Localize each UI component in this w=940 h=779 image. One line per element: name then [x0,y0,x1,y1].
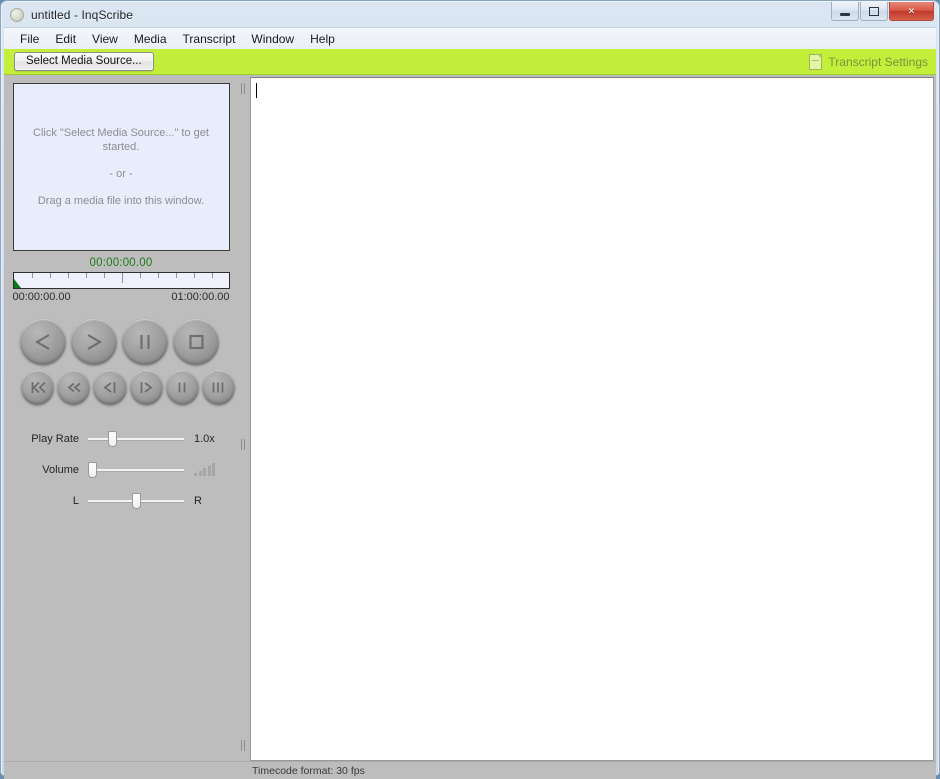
playhead-marker[interactable] [13,279,21,288]
title-bar: untitled - InqScribe × [4,2,936,27]
transport-row-secondary [21,370,238,405]
window-controls: × [830,2,934,21]
timeline-scrubber[interactable] [12,272,230,289]
play-rate-row: Play Rate 1.0x [10,423,238,454]
play-rate-value: 1.0x [194,432,215,445]
play-button[interactable] [71,319,117,365]
triangle-right-icon [83,332,105,352]
text-caret [256,83,257,98]
volume-bars-icon [194,463,228,476]
menu-item-window[interactable]: Window [243,30,302,48]
timeline-start-label: 00:00:00.00 [12,291,71,303]
menu-item-file[interactable]: File [12,30,47,48]
splitter-grip-bottom[interactable] [241,740,247,751]
play-rate-label: Play Rate [31,432,79,445]
maximize-button[interactable] [860,2,888,21]
transcript-settings-button[interactable]: Transcript Settings [809,53,928,70]
stop-square-icon [186,332,206,352]
rewind-button[interactable] [57,370,91,405]
step-back-icon [101,380,119,395]
splitter-grip-top[interactable] [241,83,247,94]
step-back-button[interactable] [93,370,127,405]
splitter-grip-middle[interactable] [241,439,247,450]
step-forward-button[interactable] [129,370,163,405]
media-placeholder-line-1: Click "Select Media Source..." to get st… [33,127,209,153]
pause-icon [135,332,155,352]
transcript-editor[interactable] [250,77,934,761]
timeline-labels: 00:00:00.00 01:00:00.00 [13,291,230,303]
media-drop-area[interactable]: Click "Select Media Source..." to get st… [12,83,230,251]
document-icon [809,53,823,70]
status-bar: Timecode format: 30 fps [4,761,936,779]
close-icon: × [907,3,916,18]
balance-row: L R [10,485,238,516]
transport-row-primary [20,319,238,365]
skip-to-start-button[interactable] [21,370,55,405]
window-title: untitled - InqScribe [31,7,134,22]
balance-slider[interactable] [88,491,184,511]
play-rate-slider[interactable] [88,429,184,449]
close-button[interactable]: × [889,2,934,21]
media-placeholder-line-2: - or - [109,168,133,180]
play-rate-track [88,437,184,440]
frame-forward-icon [209,380,227,395]
stop-button[interactable] [173,319,219,365]
menu-item-edit[interactable]: Edit [47,30,84,48]
playback-sliders: Play Rate 1.0x Volume L R [4,423,238,516]
app-window: untitled - InqScribe × File Edit View Me… [0,0,940,779]
transcript-panel [250,75,936,761]
menu-item-view[interactable]: View [84,30,126,48]
menu-bar: File Edit View Media Transcript Window H… [4,27,936,49]
volume-label: Volume [42,463,79,476]
menu-item-transcript[interactable]: Transcript [175,30,244,48]
maximize-icon [869,6,879,16]
select-media-source-button[interactable]: Select Media Source... [14,52,154,71]
volume-track [88,468,184,471]
triangle-left-icon [32,332,54,352]
rewind-icon [65,380,83,395]
app-icon [10,7,24,22]
frame-back-button[interactable] [165,370,199,405]
minimize-icon [840,12,850,16]
balance-left-label: L [72,494,79,507]
status-text: Timecode format: 30 fps [252,764,365,777]
play-reverse-button[interactable] [20,319,66,365]
balance-thumb[interactable] [132,492,141,509]
main-split-container: Click "Select Media Source..." to get st… [4,75,936,761]
minimize-button[interactable] [831,2,859,21]
volume-meter [184,463,228,476]
volume-thumb[interactable] [88,461,97,478]
media-placeholder-line-3: Drag a media file into this window. [37,195,205,207]
volume-row: Volume [10,454,238,485]
play-rate-thumb[interactable] [108,430,117,447]
frame-back-icon [173,380,191,395]
step-forward-icon [137,380,155,395]
timeline-container: 00:00:00.00 01:00:00.00 [12,272,230,303]
transcript-settings-label: Transcript Settings [828,54,928,69]
pause-button[interactable] [122,319,168,365]
menu-item-help[interactable]: Help [302,30,343,48]
volume-slider[interactable] [88,460,184,480]
timeline-end-label: 01:00:00.00 [171,291,230,303]
menu-item-media[interactable]: Media [126,30,175,48]
balance-right-label: R [194,494,202,507]
skip-back-icon [29,380,47,395]
current-timecode: 00:00:00.00 [89,257,153,269]
media-panel: Click "Select Media Source..." to get st… [4,75,238,761]
panel-splitter[interactable] [238,75,250,761]
transport-controls [20,319,238,405]
frame-forward-button[interactable] [201,370,236,405]
toolbar: Select Media Source... Transcript Settin… [4,49,936,75]
